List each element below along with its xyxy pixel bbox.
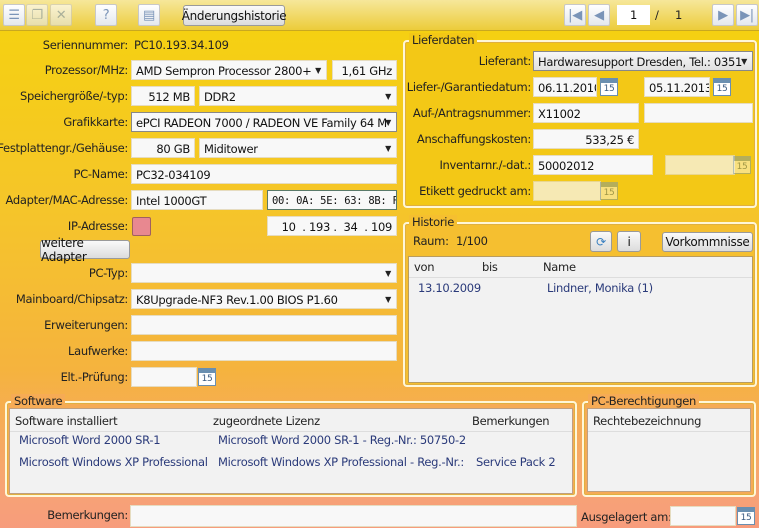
cpu-frequency-field[interactable]: 1,61 GHz [332, 60, 397, 80]
software-title: Software [11, 394, 66, 408]
history-name: Lindner, Monika (1) [547, 281, 653, 295]
stored-date-field[interactable] [670, 506, 736, 526]
software-name: Microsoft Windows XP Professional [19, 455, 208, 469]
serial-value: PC10.193.34.109 [134, 38, 229, 52]
history-from: 13.10.2009 [418, 281, 481, 295]
mainboard-label: Mainboard/Chipsatz: [15, 292, 128, 306]
toolbar: ☰ ❐ ✕ ? ▤ Änderungshistorie |◀ ◀ 1 / 1 ▶… [0, 0, 759, 31]
column-header-permission[interactable]: Rechtebezeichnung [593, 411, 701, 431]
column-header-name[interactable]: Name [543, 257, 576, 277]
inventory-number-field[interactable]: 50002012 [533, 155, 653, 175]
mac-address-field[interactable]: 00: 0A: 5E: 63: 8B: F0 [267, 190, 397, 210]
ip-label: IP-Adresse: [67, 219, 128, 233]
remarks-field[interactable] [130, 505, 577, 527]
gpu-select[interactable]: ePCI RADEON 7000 / RADEON VE Family 64 M [131, 112, 397, 132]
refresh-icon[interactable]: ⟳ [590, 231, 612, 252]
first-page-icon[interactable]: |◀ [564, 4, 586, 26]
more-adapters-button[interactable]: weitere Adapter [40, 236, 130, 264]
order-number-label: Auf-/Antragsnummer: [412, 106, 531, 120]
software-license: Microsoft Windows XP Professional - Reg.… [218, 455, 464, 469]
info-button[interactable]: i [617, 231, 641, 252]
ram-type-select[interactable]: DDR2 [199, 86, 397, 106]
calendar-icon[interactable]: 15 [198, 368, 216, 386]
hdd-size-field[interactable]: 80 GB [131, 138, 195, 158]
order-number-field[interactable]: X11002 [533, 103, 639, 123]
inventory-calendar-icon[interactable]: 15 [733, 156, 751, 174]
permissions-title: PC-Berechtigungen [588, 394, 699, 408]
hdd-label: Festplattengr./Gehäuse: [0, 141, 128, 155]
pc-type-select[interactable] [131, 263, 397, 283]
pc-name-label: PC-Name: [73, 167, 128, 181]
warranty-date-field[interactable]: 05.11.2013 [644, 77, 710, 97]
pc-type-label: PC-Typ: [88, 266, 128, 280]
label-printed-calendar-icon[interactable]: 15 [600, 182, 618, 200]
electrical-check-label: Elt.-Prüfung: [60, 370, 129, 384]
copy-document-icon[interactable]: ❐ [26, 4, 48, 26]
card-icon[interactable]: ▤ [138, 4, 160, 26]
column-header-license[interactable]: zugeordnete Lizenz [213, 411, 320, 431]
warranty-calendar-icon[interactable]: 15 [713, 78, 731, 96]
remarks-label: Bemerkungen: [47, 508, 128, 522]
delivery-date-field[interactable]: 06.11.2010 [533, 77, 597, 97]
software-remarks: Service Pack 2 [476, 455, 556, 469]
next-page-icon[interactable]: ▶ [712, 4, 734, 26]
history-title: Historie [409, 215, 457, 229]
delivery-date-label: Liefer-/Garantiedatum: [406, 80, 532, 94]
gpu-label: Grafikkarte: [63, 115, 128, 129]
page-separator: / [655, 8, 659, 22]
stored-label: Ausgelagert am: [581, 510, 672, 524]
ram-label: Speichergröße/-typ: [19, 89, 128, 103]
extensions-field[interactable] [131, 315, 397, 335]
adapter-label: Adapter/MAC-Adresse: [5, 193, 129, 207]
permissions-table: Rechtebezeichnung [587, 408, 751, 492]
stored-calendar-icon[interactable]: 15 [737, 507, 755, 525]
page-total: 1 [675, 8, 683, 22]
cpu-select[interactable]: AMD Sempron Processor 2800+ [131, 60, 327, 80]
cost-field[interactable]: 533,25 € [533, 129, 639, 149]
cost-label: Anschaffungskosten: [416, 132, 531, 146]
drives-label: Laufwerke: [68, 344, 128, 358]
help-icon[interactable]: ? [95, 4, 117, 26]
delivery-title: Lieferdaten [409, 33, 478, 47]
adapter-field[interactable]: Intel 1000GT [131, 190, 263, 210]
extensions-label: Erweiterungen: [44, 318, 128, 332]
history-table: von bis Name 13.10.2009 Lindner, Monika … [408, 256, 753, 383]
page-input[interactable]: 1 [617, 5, 650, 25]
order-number-field-2[interactable] [644, 103, 753, 123]
delivery-calendar-icon[interactable]: 15 [600, 78, 618, 96]
ram-size-field[interactable]: 512 MB [131, 86, 195, 106]
label-printed-label: Etikett gedruckt am: [419, 184, 531, 198]
delete-icon[interactable]: ✕ [50, 4, 72, 26]
inventory-label: Inventarnr./-dat.: [439, 158, 531, 172]
case-select[interactable]: Miditower [199, 138, 397, 158]
supplier-select[interactable]: Hardwaresupport Dresden, Tel.: 0351 [533, 51, 753, 71]
previous-page-icon[interactable]: ◀ [588, 4, 610, 26]
incidents-button[interactable]: Vorkommnisse [662, 232, 753, 252]
column-header-to[interactable]: bis [482, 257, 498, 277]
supplier-label: Lieferant: [478, 54, 532, 68]
mainboard-select[interactable]: K8Upgrade-NF3 Rev.1.00 BIOS P1.60 [131, 289, 397, 309]
column-header-from[interactable]: von [414, 257, 435, 277]
software-table: Software installiert zugeordnete Lizenz … [9, 408, 573, 494]
cpu-label: Prozessor/MHz: [44, 63, 129, 77]
column-header-software[interactable]: Software installiert [15, 411, 118, 431]
drives-field[interactable] [131, 341, 397, 361]
serial-label: Seriennummer: [42, 38, 129, 52]
column-header-remarks[interactable]: Bemerkungen [472, 411, 550, 431]
room-label: Raum: [413, 234, 449, 248]
new-document-icon[interactable]: ☰ [3, 4, 25, 26]
label-printed-field[interactable] [533, 181, 601, 201]
room-value: 1/100 [456, 234, 488, 248]
software-license: Microsoft Word 2000 SR-1 - Reg.-Nr.: 507… [218, 433, 466, 447]
software-name: Microsoft Word 2000 SR-1 [19, 433, 161, 447]
electrical-check-date-field[interactable] [131, 367, 197, 387]
last-page-icon[interactable]: ▶| [736, 4, 758, 26]
ip-address-field[interactable]: 10 . 193 . 34 . 109 [267, 216, 397, 236]
inventory-date-field[interactable] [665, 155, 735, 175]
change-history-button[interactable]: Änderungshistorie [182, 5, 287, 26]
ip-status-indicator[interactable] [132, 217, 151, 236]
pc-name-field[interactable]: PC32-034109 [131, 164, 397, 184]
